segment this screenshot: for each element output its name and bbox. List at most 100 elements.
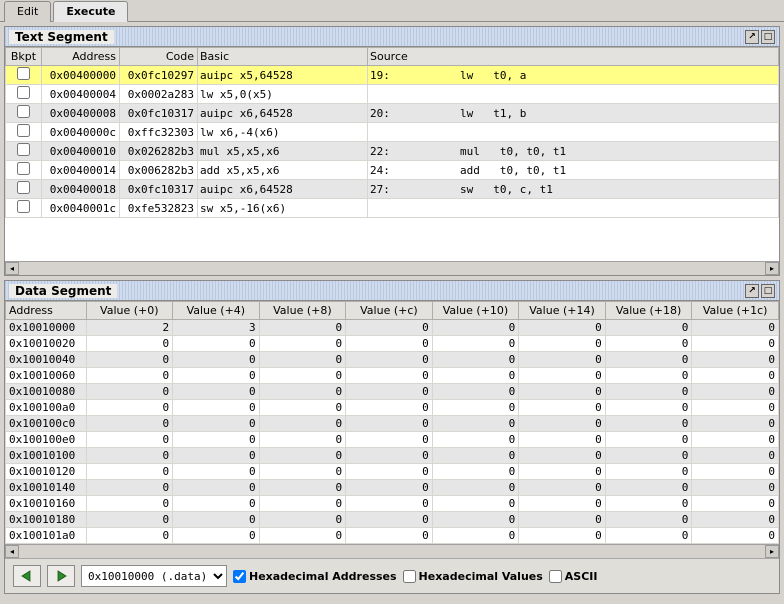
- breakpoint-checkbox[interactable]: [17, 124, 30, 137]
- cell-value[interactable]: 0: [432, 368, 519, 384]
- cell-value[interactable]: 0: [86, 400, 173, 416]
- cell-value[interactable]: 0: [173, 512, 260, 528]
- cell-value[interactable]: 0: [692, 528, 779, 544]
- cell-value[interactable]: 0: [432, 512, 519, 528]
- cell-value[interactable]: 0: [605, 368, 692, 384]
- breakpoint-checkbox[interactable]: [17, 86, 30, 99]
- cell-value[interactable]: 0: [346, 336, 433, 352]
- detach-icon[interactable]: ↗: [745, 30, 759, 44]
- cell-value[interactable]: 0: [259, 448, 346, 464]
- text-row[interactable]: 0x004000080x0fc10317auipc x6,6452820:lwt…: [6, 104, 779, 123]
- cell-value[interactable]: 0: [259, 320, 346, 336]
- breakpoint-checkbox[interactable]: [17, 200, 30, 213]
- cell-value[interactable]: 0: [173, 464, 260, 480]
- col-address[interactable]: Address: [42, 48, 120, 66]
- cell-value[interactable]: 0: [519, 464, 606, 480]
- cell-value[interactable]: 0: [692, 400, 779, 416]
- cell-value[interactable]: 0: [605, 512, 692, 528]
- text-row[interactable]: 0x0040001c0xfe532823sw x5,-16(x6): [6, 199, 779, 218]
- cell-value[interactable]: 0: [86, 496, 173, 512]
- cell-value[interactable]: 0: [173, 384, 260, 400]
- hex-values-checkbox[interactable]: [403, 570, 416, 583]
- col-value[interactable]: Value (+14): [519, 302, 606, 320]
- ascii-checkbox[interactable]: [549, 570, 562, 583]
- cell-value[interactable]: 0: [259, 528, 346, 544]
- cell-value[interactable]: 0: [86, 512, 173, 528]
- cell-value[interactable]: 0: [432, 336, 519, 352]
- text-row[interactable]: 0x004000180x0fc10317auipc x6,6452827:swt…: [6, 180, 779, 199]
- cell-value[interactable]: 0: [86, 464, 173, 480]
- data-row[interactable]: 0x1001010000000000: [6, 448, 779, 464]
- cell-value[interactable]: 0: [432, 416, 519, 432]
- cell-value[interactable]: 0: [346, 528, 433, 544]
- cell-value[interactable]: 0: [605, 528, 692, 544]
- col-address[interactable]: Address: [6, 302, 87, 320]
- detach-icon[interactable]: ↗: [745, 284, 759, 298]
- cell-value[interactable]: 0: [346, 320, 433, 336]
- data-row[interactable]: 0x100101a000000000: [6, 528, 779, 544]
- cell-value[interactable]: 0: [519, 432, 606, 448]
- col-value[interactable]: Value (+0): [86, 302, 173, 320]
- cell-value[interactable]: 0: [346, 464, 433, 480]
- cell-value[interactable]: 0: [519, 400, 606, 416]
- cell-value[interactable]: 0: [173, 432, 260, 448]
- cell-value[interactable]: 0: [519, 320, 606, 336]
- memory-region-select[interactable]: 0x10010000 (.data): [81, 565, 227, 587]
- cell-value[interactable]: 0: [692, 496, 779, 512]
- cell-value[interactable]: 0: [692, 512, 779, 528]
- maximize-icon[interactable]: □: [761, 284, 775, 298]
- cell-value[interactable]: 0: [519, 512, 606, 528]
- text-row[interactable]: 0x004000000x0fc10297auipc x5,6452819:lwt…: [6, 66, 779, 85]
- col-value[interactable]: Value (+18): [605, 302, 692, 320]
- text-row[interactable]: 0x004000140x006282b3add x5,x5,x624:addt0…: [6, 161, 779, 180]
- cell-value[interactable]: 0: [605, 336, 692, 352]
- cell-value[interactable]: 2: [86, 320, 173, 336]
- text-row[interactable]: 0x004000040x0002a283lw x5,0(x5): [6, 85, 779, 104]
- cell-value[interactable]: 0: [519, 336, 606, 352]
- cell-value[interactable]: 0: [173, 448, 260, 464]
- data-row[interactable]: 0x1001002000000000: [6, 336, 779, 352]
- cell-value[interactable]: 0: [259, 464, 346, 480]
- cell-value[interactable]: 0: [519, 528, 606, 544]
- breakpoint-checkbox[interactable]: [17, 143, 30, 156]
- cell-value[interactable]: 0: [692, 320, 779, 336]
- cell-value[interactable]: 0: [692, 352, 779, 368]
- cell-value[interactable]: 0: [86, 432, 173, 448]
- scroll-left-icon[interactable]: ◂: [5, 545, 19, 558]
- cell-value[interactable]: 0: [605, 320, 692, 336]
- cell-value[interactable]: 0: [346, 384, 433, 400]
- cell-value[interactable]: 0: [432, 400, 519, 416]
- tab-edit[interactable]: Edit: [4, 1, 51, 22]
- hex-values-option[interactable]: Hexadecimal Values: [403, 570, 543, 583]
- cell-value[interactable]: 0: [346, 432, 433, 448]
- cell-value[interactable]: 0: [605, 416, 692, 432]
- cell-value[interactable]: 0: [259, 368, 346, 384]
- cell-value[interactable]: 0: [346, 352, 433, 368]
- col-value[interactable]: Value (+10): [432, 302, 519, 320]
- cell-value[interactable]: 0: [259, 432, 346, 448]
- cell-value[interactable]: 0: [432, 528, 519, 544]
- cell-value[interactable]: 0: [692, 432, 779, 448]
- data-hscroll[interactable]: ◂ ▸: [5, 544, 779, 558]
- cell-value[interactable]: 0: [173, 336, 260, 352]
- cell-value[interactable]: 0: [432, 320, 519, 336]
- data-row[interactable]: 0x1001016000000000: [6, 496, 779, 512]
- cell-value[interactable]: 0: [432, 480, 519, 496]
- cell-value[interactable]: 0: [432, 464, 519, 480]
- cell-value[interactable]: 0: [519, 384, 606, 400]
- breakpoint-checkbox[interactable]: [17, 181, 30, 194]
- cell-value[interactable]: 0: [173, 416, 260, 432]
- cell-value[interactable]: 0: [346, 416, 433, 432]
- cell-value[interactable]: 0: [173, 400, 260, 416]
- cell-value[interactable]: 0: [432, 448, 519, 464]
- cell-value[interactable]: 0: [605, 448, 692, 464]
- cell-value[interactable]: 0: [86, 352, 173, 368]
- cell-value[interactable]: 0: [692, 448, 779, 464]
- cell-value[interactable]: 0: [605, 432, 692, 448]
- cell-value[interactable]: 0: [346, 368, 433, 384]
- next-memory-button[interactable]: [47, 565, 75, 587]
- cell-value[interactable]: 0: [259, 416, 346, 432]
- data-row[interactable]: 0x100100a000000000: [6, 400, 779, 416]
- cell-value[interactable]: 0: [432, 432, 519, 448]
- cell-value[interactable]: 0: [346, 448, 433, 464]
